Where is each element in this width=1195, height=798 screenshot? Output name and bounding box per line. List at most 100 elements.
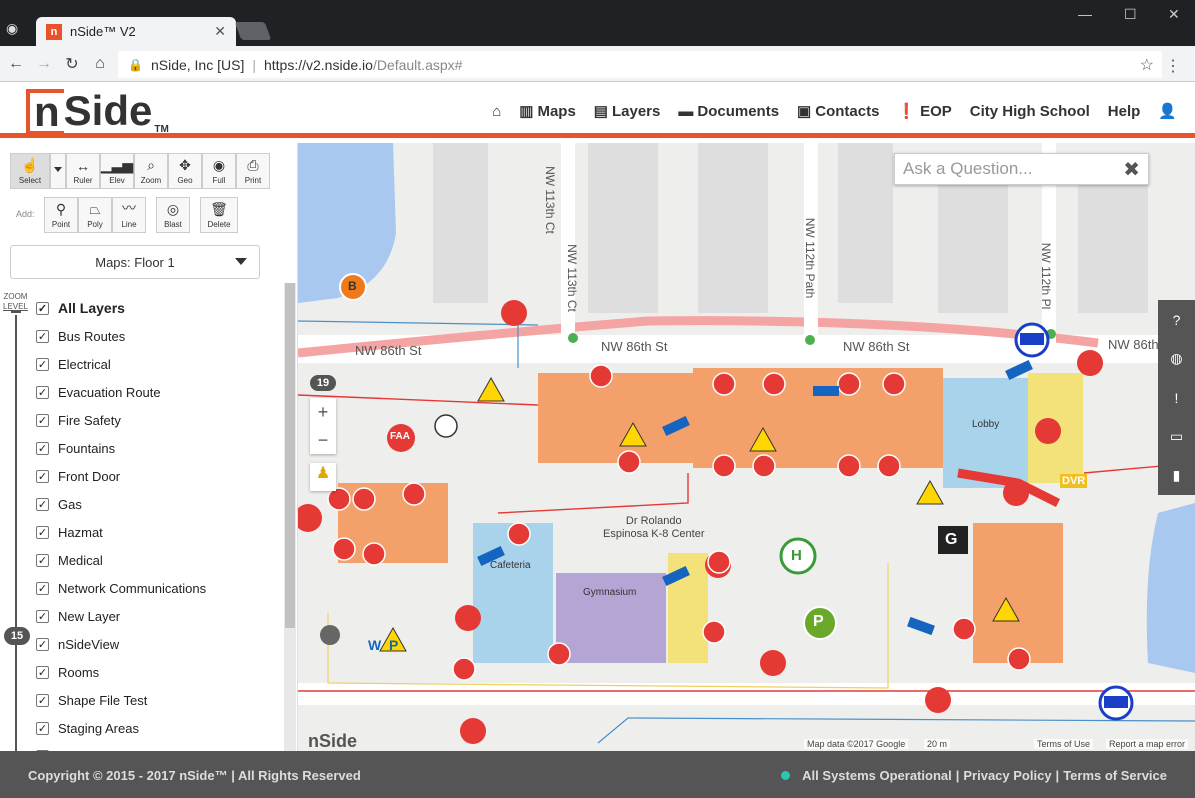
chart-icon[interactable]: ▮: [1158, 456, 1195, 495]
system-status-link[interactable]: All Systems Operational: [802, 768, 952, 783]
hydrant-marker[interactable]: [1077, 350, 1103, 376]
elev-tool-button[interactable]: ▁▃▅ Elev: [100, 153, 134, 189]
layer-checkbox[interactable]: ✓: [36, 581, 49, 595]
fire-alarm-marker[interactable]: [837, 454, 861, 478]
layer-checkbox[interactable]: ✓: [36, 329, 49, 343]
nav-layers[interactable]: ▤ Layers: [594, 102, 661, 121]
skull-marker[interactable]: [434, 414, 458, 438]
layer-item[interactable]: ✓ Rooms: [36, 658, 206, 686]
nav-documents[interactable]: ▬ Documents: [678, 102, 779, 120]
fire-alarm-marker[interactable]: [352, 487, 376, 511]
zoom-tool-button[interactable]: ⌕ Zoom: [134, 153, 168, 189]
browser-tab[interactable]: n nSide™ V2 ✕: [36, 17, 236, 46]
browser-menu-icon[interactable]: ⋮: [1165, 56, 1181, 76]
layer-item[interactable]: ✓ Staging Areas: [36, 714, 206, 742]
layer-item[interactable]: ✓ All Layers: [36, 294, 206, 322]
print-tool-button[interactable]: ⎙ Print: [236, 153, 270, 189]
hydrant-marker[interactable]: [460, 718, 486, 744]
layer-checkbox[interactable]: ✓: [36, 609, 49, 623]
layer-item[interactable]: ✓ Hazmat: [36, 518, 206, 546]
zoom-level-track[interactable]: [15, 315, 17, 751]
nav-help[interactable]: Help: [1108, 102, 1141, 120]
geo-tool-button[interactable]: ✥ Geo: [168, 153, 202, 189]
layer-item[interactable]: ✓Surveillance: [36, 742, 206, 751]
close-tab-icon[interactable]: ✕: [214, 23, 226, 40]
layer-item[interactable]: ✓ Network Communications: [36, 574, 206, 602]
fire-alarm-marker[interactable]: [752, 454, 776, 478]
nav-eop[interactable]: ❗ EOP: [897, 102, 951, 121]
fire-alarm-marker[interactable]: [327, 487, 351, 511]
minimize-icon[interactable]: —: [1078, 6, 1092, 22]
report-map-error-link[interactable]: Report a map error: [1106, 739, 1189, 749]
layer-checkbox[interactable]: ✓: [36, 469, 49, 483]
fire-alarm-marker[interactable]: [1007, 647, 1031, 671]
layer-checkbox[interactable]: ✓: [36, 525, 49, 539]
fire-alarm-marker[interactable]: [332, 537, 356, 561]
fire-alarm-marker[interactable]: [952, 617, 976, 641]
nside-logo[interactable]: n Side TM: [26, 87, 169, 135]
terms-of-use-link[interactable]: Terms of Use: [1034, 739, 1094, 749]
fire-alarm-marker[interactable]: [712, 372, 736, 396]
fire-alarm-marker[interactable]: [617, 450, 641, 474]
chat-icon[interactable]: ▭: [1158, 417, 1195, 456]
delete-tool-button[interactable]: 🗑 Delete: [200, 197, 238, 233]
extinguisher-marker[interactable]: [1035, 418, 1061, 444]
fire-alarm-marker[interactable]: [507, 522, 531, 546]
fire-alarm-marker[interactable]: [707, 550, 731, 574]
fire-alarm-marker[interactable]: [362, 542, 386, 566]
layer-checkbox[interactable]: ✓: [36, 357, 49, 371]
hydrant-marker[interactable]: [760, 650, 786, 676]
layer-checkbox[interactable]: ✓: [36, 693, 49, 707]
electrical-marker[interactable]: [298, 504, 322, 532]
nav-user[interactable]: 👤: [1158, 102, 1177, 120]
layer-checkbox[interactable]: ✓: [36, 553, 49, 567]
fire-alarm-marker[interactable]: [762, 372, 786, 396]
fire-alarm-marker[interactable]: [589, 364, 613, 388]
layer-checkbox[interactable]: ✓: [36, 385, 49, 399]
layer-item[interactable]: ✓ Shape File Test: [36, 686, 206, 714]
blast-tool-button[interactable]: ◎ Blast: [156, 197, 190, 233]
nav-contacts[interactable]: ▣ Contacts: [797, 102, 879, 121]
zoom-out-button[interactable]: −: [310, 426, 336, 454]
line-tool-button[interactable]: 〰 Line: [112, 197, 146, 233]
select-tool-button[interactable]: ☝ Select: [10, 153, 50, 189]
ruler-tool-button[interactable]: ↔ Ruler: [66, 153, 100, 189]
alert-icon[interactable]: !: [1158, 378, 1195, 417]
poly-tool-button[interactable]: ⏢ Poly: [78, 197, 112, 233]
gas-marker[interactable]: [320, 625, 340, 645]
nav-city-high-school[interactable]: City High School: [970, 102, 1090, 120]
layer-item[interactable]: ✓ Electrical: [36, 350, 206, 378]
fire-marker[interactable]: [455, 605, 481, 631]
layer-checkbox[interactable]: ✓: [36, 637, 49, 651]
maximize-icon[interactable]: ☐: [1124, 6, 1137, 23]
ask-question-input[interactable]: Ask a Question... ✖: [894, 153, 1149, 185]
fire-alarm-marker[interactable]: [882, 372, 906, 396]
new-tab-button[interactable]: [234, 22, 272, 40]
layer-item[interactable]: ✓ Fire Safety: [36, 406, 206, 434]
zoom-level-badge[interactable]: 15: [4, 627, 30, 645]
layer-checkbox[interactable]: ✓: [36, 301, 49, 315]
layer-item[interactable]: ✓ Medical: [36, 546, 206, 574]
help-icon[interactable]: ?: [1158, 300, 1195, 339]
layer-checkbox[interactable]: ✓: [36, 441, 49, 455]
extinguisher-marker[interactable]: [1003, 480, 1029, 506]
layer-checkbox[interactable]: ✓: [36, 497, 49, 511]
fire-alarm-marker[interactable]: [712, 454, 736, 478]
fire-alarm-marker[interactable]: [452, 657, 476, 681]
sidebar-scrollbar[interactable]: [284, 283, 296, 751]
hydrant-marker[interactable]: [501, 300, 527, 326]
layer-item[interactable]: ✓ Bus Routes: [36, 322, 206, 350]
layer-checkbox[interactable]: ✓: [36, 665, 49, 679]
close-window-icon[interactable]: ✕: [1168, 6, 1180, 23]
nav-home[interactable]: ⌂: [492, 102, 501, 120]
point-tool-button[interactable]: ⚲ Point: [44, 197, 78, 233]
map-select-dropdown[interactable]: Maps: Floor 1: [10, 245, 260, 279]
fire-alarm-marker[interactable]: [877, 454, 901, 478]
full-tool-button[interactable]: ◉ Full: [202, 153, 236, 189]
forward-icon[interactable]: →: [30, 55, 58, 73]
layer-item[interactable]: ✓ Gas: [36, 490, 206, 518]
fire-alarm-marker[interactable]: [402, 482, 426, 506]
pegman-icon[interactable]: ♟: [310, 463, 336, 491]
nav-maps[interactable]: ▥ Maps: [519, 102, 576, 121]
back-icon[interactable]: ←: [2, 55, 30, 73]
